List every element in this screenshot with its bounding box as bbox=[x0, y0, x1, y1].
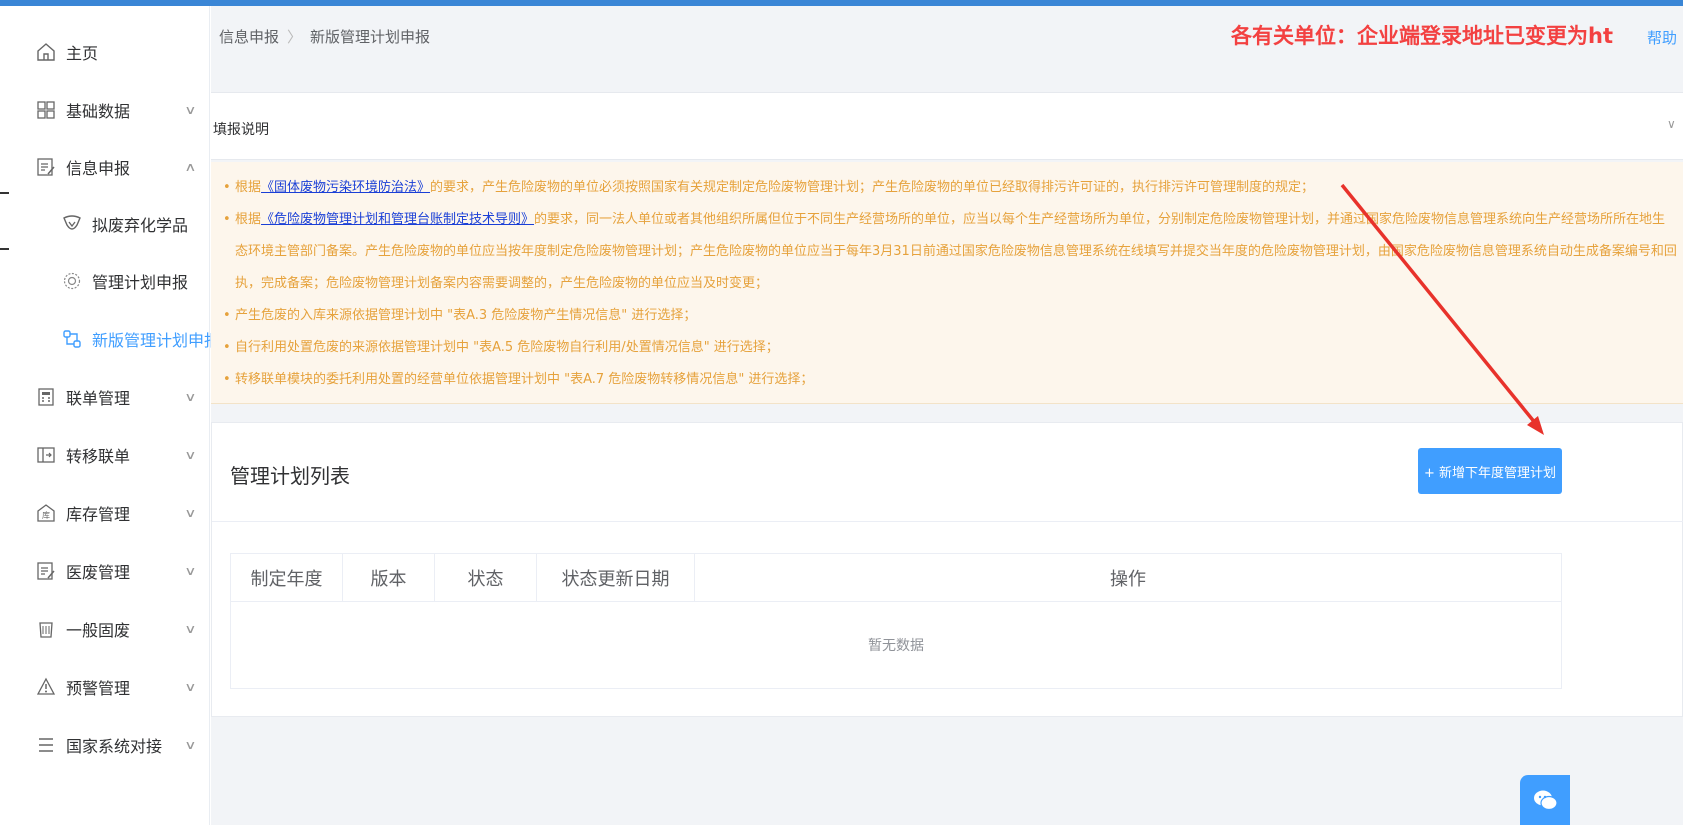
sidebar-item-label: 库存管理 bbox=[66, 505, 131, 524]
sidebar-item-label: 联单管理 bbox=[66, 389, 131, 408]
info-alert: • 根据《固体废物污染环境防治法》的要求，产生危险废物的单位必须按照国家有关规定制… bbox=[211, 162, 1683, 404]
alert-icon bbox=[34, 675, 58, 699]
sidebar-item-label: 基础数据 bbox=[66, 102, 131, 121]
chevron-down-icon: ∨ bbox=[184, 622, 197, 636]
breadcrumb-separator: 〉 bbox=[287, 28, 303, 46]
column-status-date: 状态更新日期 bbox=[537, 554, 695, 602]
empty-state: 暂无数据 bbox=[868, 638, 924, 654]
notice-banner: 各有关单位：企业端登录地址已变更为ht bbox=[1231, 24, 1613, 48]
breadcrumb: 信息申报〉新版管理计划申报 bbox=[219, 26, 430, 47]
chevron-down-icon: ∨ bbox=[184, 448, 197, 462]
sidebar-item-label: 信息申报 bbox=[66, 159, 131, 178]
info-line: • 产生危废的入库来源依据管理计划中 "表A.3 危险废物产生情况信息" 进行选择… bbox=[223, 308, 697, 323]
grid-icon bbox=[34, 98, 58, 122]
info-text: 执，完成备案；危险废物管理计划备案内容需要调整的，产生危险废物的单位应当及时变更… bbox=[235, 276, 769, 291]
chevron-down-icon: ∨ bbox=[184, 738, 197, 752]
sidebar-item-label: 预警管理 bbox=[66, 679, 131, 698]
column-version: 版本 bbox=[343, 554, 435, 602]
info-line: 态环境主管部门备案。产生危险废物的单位应当按年度制定危险废物管理计划；产生危险废… bbox=[235, 240, 1677, 259]
edge-mark bbox=[0, 192, 9, 194]
divider bbox=[212, 521, 1683, 522]
flask-icon bbox=[60, 212, 84, 236]
sidebar-item-label: 国家系统对接 bbox=[66, 737, 163, 756]
column-actions: 操作 bbox=[1110, 569, 1146, 590]
chevron-down-icon: ∨ bbox=[184, 680, 197, 694]
fill-instructions-header[interactable]: 填报说明 ∨ bbox=[211, 92, 1683, 160]
info-line: 执，完成备案；危险废物管理计划备案内容需要调整的，产生危险废物的单位应当及时变更… bbox=[235, 272, 768, 291]
column-year: 制定年度 bbox=[231, 554, 343, 602]
info-text: 产生危废的入库来源依据管理计划中 "表A.3 危险废物产生情况信息" 进行选择； bbox=[235, 308, 697, 323]
left-edge bbox=[0, 6, 10, 825]
sidebar-item-manifest[interactable]: 联单管理 ∨ bbox=[10, 366, 210, 428]
info-line: • 根据《固体废物污染环境防治法》的要求，产生危险废物的单位必须按照国家有关规定制… bbox=[223, 180, 1315, 195]
table-header: 制定年度 版本 状态 状态更新日期 操作 bbox=[231, 554, 1561, 602]
info-line: • 转移联单模块的委托利用处置的经营单位依据管理计划中 "表A.7 危险废物转移情… bbox=[223, 372, 814, 387]
home-icon bbox=[34, 40, 58, 64]
sidebar-item-label: 一般固废 bbox=[66, 621, 131, 640]
info-text: 转移联单模块的委托利用处置的经营单位依据管理计划中 "表A.7 危险废物转移情况… bbox=[235, 372, 814, 387]
help-link[interactable]: 帮助 bbox=[1647, 27, 1677, 48]
main-content: 信息申报〉新版管理计划申报 各有关单位：企业端登录地址已变更为ht 帮助 填报说… bbox=[211, 6, 1683, 825]
info-prefix: 根据 bbox=[235, 180, 262, 195]
chevron-up-icon: ∧ bbox=[184, 160, 197, 174]
svg-text:库: 库 bbox=[42, 510, 50, 520]
chat-icon bbox=[1534, 790, 1558, 811]
sidebar-item-label: 管理计划申报 bbox=[92, 273, 189, 292]
branch-icon bbox=[60, 327, 84, 351]
chevron-down-icon: ∨ bbox=[184, 564, 197, 578]
sidebar-item-medical-waste[interactable]: 医废管理 ∨ bbox=[10, 540, 210, 602]
warehouse-icon: 库 bbox=[34, 501, 58, 525]
fill-instructions-title: 填报说明 bbox=[213, 122, 269, 138]
breadcrumb-level1[interactable]: 信息申报 bbox=[219, 28, 279, 46]
info-text: 的要求，同一法人单位或者其他组织所属但位于不同生产经营场所的单位，应当以每个生产… bbox=[534, 212, 1666, 227]
info-line: • 自行利用处置危废的来源依据管理计划中 "表A.5 危险废物自行利用/处置情况信… bbox=[223, 340, 779, 355]
medical-doc-icon bbox=[34, 559, 58, 583]
top-bar: 信息申报〉新版管理计划申报 各有关单位：企业端登录地址已变更为ht 帮助 bbox=[211, 6, 1683, 62]
chevron-down-icon: ∨ bbox=[184, 103, 197, 117]
add-next-year-plan-button[interactable]: + 新增下年度管理计划 bbox=[1418, 448, 1562, 494]
breadcrumb-level2: 新版管理计划申报 bbox=[310, 28, 431, 46]
edit-doc-icon bbox=[34, 155, 58, 179]
sidebar-item-info-report[interactable]: 信息申报 ∧ bbox=[10, 136, 210, 198]
sidebar-item-abandoned-chemicals[interactable]: 拟废弃化学品 bbox=[10, 193, 210, 255]
info-line: • 根据《危险废物管理计划和管理台账制定技术导则》的要求，同一法人单位或者其他组织… bbox=[223, 212, 1666, 227]
chevron-down-icon: ∨ bbox=[184, 390, 197, 404]
transfer-icon bbox=[34, 443, 58, 467]
guideline-link[interactable]: 《危险废物管理计划和管理台账制定技术导则》 bbox=[261, 212, 534, 227]
sidebar-item-inventory[interactable]: 库 库存管理 ∨ bbox=[10, 482, 210, 544]
info-text: 态环境主管部门备案。产生危险废物的单位应当按年度制定危险废物管理计划；产生危险废… bbox=[235, 244, 1677, 259]
sidebar-item-label: 拟废弃化学品 bbox=[92, 216, 189, 235]
info-prefix: 根据 bbox=[235, 212, 262, 227]
sidebar-item-general-solid-waste[interactable]: 一般固废 ∨ bbox=[10, 598, 210, 660]
sidebar-item-label: 转移联单 bbox=[66, 447, 131, 466]
trash-icon bbox=[34, 617, 58, 641]
sidebar-item-warning[interactable]: 预警管理 ∨ bbox=[10, 656, 210, 718]
sidebar-item-label: 医废管理 bbox=[66, 563, 131, 582]
plan-list-card: 管理计划列表 + 新增下年度管理计划 制定年度 版本 状态 状态更新日期 操作 … bbox=[211, 422, 1683, 717]
column-status: 状态 bbox=[435, 554, 537, 602]
info-text: 的要求，产生危险废物的单位必须按照国家有关规定制定危险废物管理计划；产生危险废物… bbox=[430, 180, 1315, 195]
sidebar: 主页 基础数据 ∨ 信息申报 ∧ 拟废弃化学品 管理计划申报 新版管理计划申报 … bbox=[10, 6, 220, 825]
sidebar-item-national-system[interactable]: 国家系统对接 ∨ bbox=[10, 714, 210, 776]
plan-list-title: 管理计划列表 bbox=[230, 464, 350, 488]
sidebar-item-home[interactable]: 主页 bbox=[10, 21, 210, 83]
sidebar-item-label: 新版管理计划申报 bbox=[92, 331, 221, 350]
menu-lines-icon bbox=[34, 733, 58, 757]
info-text: 自行利用处置危废的来源依据管理计划中 "表A.5 危险废物自行利用/处置情况信息… bbox=[235, 340, 779, 355]
sidebar-item-label: 主页 bbox=[66, 44, 99, 63]
sidebar-item-transfer[interactable]: 转移联单 ∨ bbox=[10, 424, 210, 486]
plan-table: 制定年度 版本 状态 状态更新日期 操作 暂无数据 bbox=[230, 553, 1562, 689]
chevron-down-icon: ∨ bbox=[1667, 117, 1676, 131]
calculator-icon bbox=[34, 385, 58, 409]
sidebar-item-new-plan-report[interactable]: 新版管理计划申报 bbox=[10, 308, 220, 370]
edge-mark bbox=[0, 248, 9, 250]
sidebar-item-plan-report[interactable]: 管理计划申报 bbox=[10, 250, 210, 312]
gear-badge-icon bbox=[60, 269, 84, 293]
chat-button[interactable] bbox=[1520, 775, 1570, 825]
sidebar-item-basic-data[interactable]: 基础数据 ∨ bbox=[10, 79, 210, 141]
law-link[interactable]: 《固体废物污染环境防治法》 bbox=[261, 180, 430, 195]
chevron-down-icon: ∨ bbox=[184, 506, 197, 520]
